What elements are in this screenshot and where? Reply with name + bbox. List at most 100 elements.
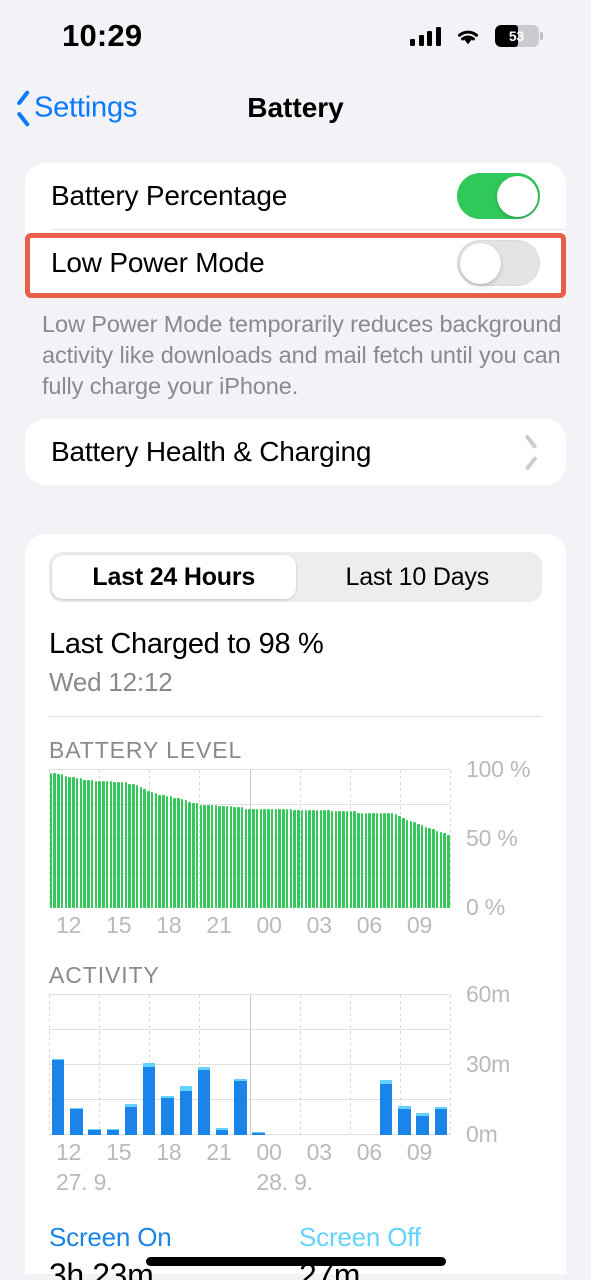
battery-level-bar xyxy=(150,792,154,908)
battery-health-card[interactable]: Battery Health & Charging xyxy=(25,419,566,485)
activity-bar xyxy=(197,1067,211,1135)
battery-level-y-axis: 0 % 50 % 100 % xyxy=(450,756,542,920)
battery-level-bar xyxy=(177,797,180,908)
battery-level-x-tick: 15 xyxy=(106,912,132,938)
toggle-knob xyxy=(496,175,538,217)
battery-level-bar xyxy=(218,805,221,908)
battery-level-y-tick: 0 % xyxy=(466,894,506,920)
usage-range-segmented-control[interactable]: Last 24 Hours Last 10 Days xyxy=(49,552,542,602)
battery-level-bar xyxy=(375,812,379,908)
activity-y-tick: 30m xyxy=(466,1051,511,1077)
activity-bar xyxy=(179,1086,192,1135)
battery-level-bar xyxy=(49,772,53,908)
battery-level-x-tick: 21 xyxy=(206,912,232,938)
battery-level-bar xyxy=(72,776,75,908)
battery-level-x-axis: 12 15 18 21 00 03 06 09 xyxy=(49,908,450,942)
battery-level-bar xyxy=(244,808,248,908)
activity-x-tick: 15 xyxy=(106,1139,132,1165)
battery-level-bar xyxy=(225,805,229,908)
battery-level-bar xyxy=(263,808,266,908)
battery-level-bar xyxy=(120,782,124,908)
battery-level-bar xyxy=(394,814,398,908)
segment-last-10-days[interactable]: Last 10 Days xyxy=(296,555,540,599)
battery-status-icon: 53 xyxy=(494,25,543,47)
activity-bar-screen-on xyxy=(234,1081,247,1135)
battery-level-bar xyxy=(132,783,135,908)
battery-level-bar xyxy=(323,810,326,908)
battery-level-bar xyxy=(274,808,278,908)
activity-bar-screen-on xyxy=(161,1097,174,1135)
low-power-mode-toggle[interactable] xyxy=(457,240,540,286)
battery-level-bar xyxy=(330,811,334,908)
activity-bar xyxy=(161,1096,174,1135)
battery-level-bar xyxy=(173,797,176,908)
activity-x-tick: 18 xyxy=(156,1139,182,1165)
activity-bars xyxy=(49,995,450,1135)
row-low-power-mode[interactable]: Low Power Mode xyxy=(25,230,566,296)
battery-level-bar xyxy=(154,793,158,908)
battery-percentage-label: Battery Percentage xyxy=(51,180,288,211)
battery-level-bar xyxy=(390,812,394,908)
battery-level-bar xyxy=(165,796,169,908)
battery-level-bar xyxy=(383,812,386,908)
battery-level-bar xyxy=(233,807,236,908)
wifi-icon xyxy=(455,27,481,46)
battery-level-plot xyxy=(49,769,451,908)
battery-level-bar xyxy=(158,794,161,908)
battery-level-bars xyxy=(49,770,450,908)
segment-last-24-hours[interactable]: Last 24 Hours xyxy=(52,555,296,599)
activity-bar-screen-on xyxy=(380,1083,393,1135)
battery-level-bar xyxy=(229,805,233,908)
battery-level-bar xyxy=(124,782,128,908)
row-battery-percentage[interactable]: Battery Percentage xyxy=(25,163,566,229)
battery-level-x-tick: 09 xyxy=(406,912,433,938)
battery-level-bar xyxy=(105,781,109,908)
battery-level-bar xyxy=(199,804,203,908)
activity-x-tick: 12 xyxy=(56,1139,82,1165)
last-charged-subtitle: Wed 12:12 xyxy=(49,667,173,697)
battery-level-y-tick: 50 % xyxy=(466,825,518,851)
home-indicator xyxy=(145,1257,446,1266)
battery-level-bar xyxy=(135,785,139,908)
battery-level-bar xyxy=(83,779,86,908)
battery-level-x-tick: 18 xyxy=(156,912,182,938)
activity-bar-screen-on xyxy=(124,1107,138,1135)
activity-date-label: 28. 9. xyxy=(256,1169,314,1195)
screen-on-label: Screen On xyxy=(49,1222,172,1252)
activity-y-tick: 60m xyxy=(466,981,511,1007)
battery-level-bar xyxy=(207,804,210,908)
battery-percentage-toggle[interactable] xyxy=(457,173,540,219)
battery-level-bar xyxy=(87,779,90,908)
activity-bar-screen-on xyxy=(434,1109,448,1135)
battery-level-bar xyxy=(53,772,56,908)
status-bar: 10:29 53 xyxy=(0,0,591,72)
activity-x-axis: 12 15 18 21 00 03 06 09 xyxy=(49,1135,450,1169)
battery-level-bar xyxy=(57,774,60,908)
activity-bar xyxy=(234,1079,247,1135)
battery-level-bar xyxy=(334,811,338,908)
activity-bar-screen-on xyxy=(416,1116,429,1135)
activity-x-tick: 00 xyxy=(256,1139,282,1165)
battery-level-bar xyxy=(237,807,240,908)
activity-date-axis: 27. 9. 28. 9. xyxy=(49,1169,450,1203)
battery-level-bar xyxy=(98,781,101,908)
battery-level-bar xyxy=(402,818,405,908)
battery-level-bar xyxy=(195,803,199,908)
row-battery-health[interactable]: Battery Health & Charging xyxy=(25,419,566,485)
battery-health-label: Battery Health & Charging xyxy=(51,436,372,467)
activity-bar xyxy=(70,1108,83,1135)
battery-level-bar xyxy=(319,810,323,908)
battery-level-bar xyxy=(372,812,375,908)
activity-bar xyxy=(434,1107,448,1135)
activity-plot xyxy=(49,994,451,1135)
low-power-mode-footnote: Low Power Mode temporarily reduces backg… xyxy=(42,311,562,399)
status-time: 10:29 xyxy=(62,18,143,53)
battery-level-bar xyxy=(255,808,259,908)
activity-bar-screen-on xyxy=(143,1067,156,1135)
toggle-knob xyxy=(459,242,501,284)
screen-off-label: Screen Off xyxy=(299,1222,421,1252)
battery-level-bar xyxy=(345,811,349,908)
battery-level-bar xyxy=(443,833,446,908)
battery-level-bar xyxy=(285,808,289,908)
activity-bar xyxy=(143,1062,156,1135)
